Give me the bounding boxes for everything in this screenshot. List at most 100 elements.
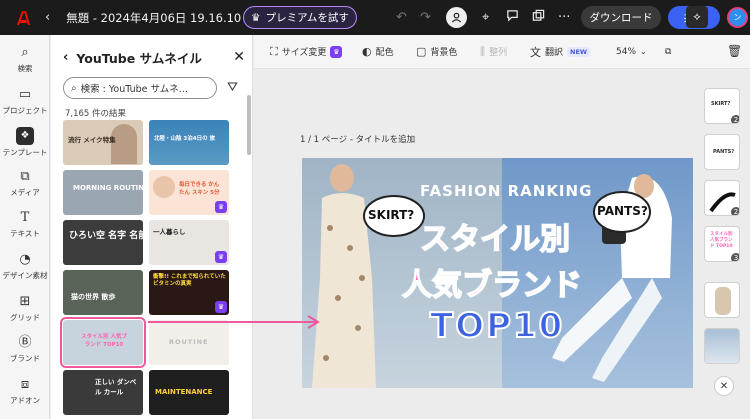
- thumb-title: 正しい ダンベル カール: [95, 378, 137, 396]
- rail-item-label: アドオン: [10, 396, 40, 405]
- panel-scrollbar[interactable]: [247, 95, 251, 155]
- template-thumb[interactable]: 毎日できる かんたん スキン 5分 ♛: [149, 170, 229, 215]
- thumb-photo: [153, 176, 175, 198]
- page-thumbnail[interactable]: SKIRT? 2: [704, 88, 740, 124]
- template-thumb[interactable]: MAINTENANCE: [149, 370, 229, 415]
- more-options-icon[interactable]: ···: [558, 10, 570, 25]
- arrange-button[interactable]: ⫼ 整列: [480, 45, 507, 59]
- template-thumb[interactable]: 北陸・山陰 3泊4日の 旅: [149, 120, 229, 165]
- page-thumb-text: SKIRT?: [711, 101, 731, 107]
- close-icon[interactable]: ✕: [233, 49, 245, 65]
- rail-item-label: メディア: [10, 188, 40, 197]
- rail-item-media[interactable]: ⧉ メディア: [0, 169, 50, 198]
- location-pin-icon[interactable]: ⌖: [482, 10, 489, 25]
- back-chevron-icon[interactable]: ‹: [45, 10, 50, 25]
- crown-icon: ♛: [251, 11, 261, 24]
- rail-item-label: テキスト: [10, 229, 40, 238]
- arrange-label: 整列: [489, 48, 508, 58]
- page-thumbnail[interactable]: [704, 328, 740, 364]
- bubble-right-text[interactable]: PANTS?: [597, 204, 648, 218]
- thumb-title: ひろい空 名字 名前: [69, 231, 143, 241]
- thumb-title: 流行 メイク特集: [68, 136, 116, 144]
- rail-item-brand[interactable]: Ⓑ ブランド: [0, 335, 50, 364]
- page-thumbnail[interactable]: PANTS?: [704, 134, 740, 170]
- text-icon: T: [20, 210, 30, 225]
- template-thumb[interactable]: 衝撃!! これまで知られていた ビタミンの真実 ♛: [149, 270, 229, 315]
- page-thumbnail[interactable]: スタイル別 人気ブランド TOP10 3: [704, 226, 740, 262]
- shapes-icon: ◔: [19, 252, 31, 267]
- trash-icon[interactable]: 🗑: [727, 44, 742, 58]
- thumb-title: 一人暮らし: [153, 228, 186, 236]
- back-arrow-icon[interactable]: ‹: [63, 50, 68, 65]
- title-line2[interactable]: 人気ブランド: [401, 260, 583, 304]
- translate-button[interactable]: 文 翻訳 NEW: [530, 44, 591, 60]
- rail-item-addons[interactable]: ⧈ アドオン: [0, 377, 50, 406]
- template-search-input[interactable]: ⌕ 検索 : YouTube サムネ...: [63, 77, 217, 99]
- design-canvas[interactable]: FASHION RANKING SKIRT? PANTS? スタイル別 人気ブラ…: [302, 158, 693, 388]
- document-title[interactable]: 無題 - 2024年4月06日 19.16.10: [66, 10, 241, 26]
- download-button[interactable]: ダウンロード: [581, 6, 661, 29]
- undo-icon[interactable]: ↶: [396, 10, 407, 25]
- translate-icon: 文: [530, 45, 541, 59]
- template-thumb[interactable]: 一人暮らし ♛: [149, 220, 229, 265]
- title-line1[interactable]: スタイル別: [419, 214, 571, 258]
- template-thumb[interactable]: 流行 メイク特集: [63, 120, 143, 165]
- redo-icon[interactable]: ↷: [420, 10, 431, 25]
- page-number-badge: 2: [730, 114, 739, 123]
- thumb-title: MAINTENANCE: [155, 388, 213, 396]
- close-icon[interactable]: ✕: [714, 376, 734, 396]
- chevron-down-icon: ⌄: [640, 47, 647, 56]
- rail-item-text[interactable]: T テキスト: [0, 210, 50, 239]
- template-thumb[interactable]: ひろい空 名字 名前: [63, 220, 143, 265]
- user-avatar[interactable]: ン: [727, 7, 748, 28]
- page-thumbnail[interactable]: 2: [704, 180, 740, 216]
- template-thumb[interactable]: 猫の世界 散歩: [63, 270, 143, 315]
- pages-overview-icon[interactable]: ⧉: [665, 47, 671, 57]
- layers-toggle-icon[interactable]: ⟡: [686, 6, 708, 28]
- rail-item-projects[interactable]: ▭ プロジェクト: [0, 87, 50, 116]
- panel-title: YouTube サムネイル: [76, 50, 202, 66]
- thumb-photo: [111, 124, 137, 164]
- page-thumbnail[interactable]: [704, 282, 740, 318]
- page-label[interactable]: 1 / 1 ページ - タイトルを追加: [300, 133, 415, 145]
- addon-icon: ⧈: [20, 377, 30, 392]
- thumb-title: 毎日できる かんたん スキン 5分: [179, 182, 220, 196]
- zoom-dropdown[interactable]: 54% ⌄: [616, 47, 647, 57]
- premium-crown-icon: ♛: [330, 45, 343, 58]
- app-logo[interactable]: [15, 10, 31, 26]
- rail-item-templates[interactable]: ❖ テンプレート: [0, 127, 50, 158]
- zoom-value: 54%: [616, 46, 637, 57]
- rail-item-grid[interactable]: ⊞ グリッド: [0, 294, 50, 323]
- title-line3[interactable]: TOP10: [429, 305, 564, 347]
- thumb-title: ROUTINE: [169, 338, 209, 346]
- rail-item-label: 検索: [17, 64, 33, 73]
- grid-icon: ⊞: [19, 294, 31, 309]
- bubble-left-text[interactable]: SKIRT?: [368, 208, 414, 222]
- brand-icon: Ⓑ: [18, 335, 32, 350]
- template-thumb[interactable]: MORNING ROUTINE: [63, 170, 143, 215]
- template-thumb-selected[interactable]: スタイル別 人気ブランド TOP10: [60, 317, 146, 368]
- comment-icon[interactable]: [506, 9, 519, 22]
- rail-item-label: グリッド: [10, 313, 40, 322]
- filter-icon[interactable]: ⛛: [227, 80, 238, 95]
- new-badge: NEW: [567, 46, 591, 57]
- try-premium-label: プレミアムを試す: [265, 12, 349, 24]
- background-color-label: 背景色: [430, 48, 458, 58]
- resize-button[interactable]: ⛶ サイズ変更 ♛: [270, 45, 343, 59]
- try-premium-button[interactable]: ♛ プレミアムを試す: [243, 6, 357, 29]
- background-color-button[interactable]: ▢ 背景色: [416, 45, 457, 58]
- panel-header: ‹ YouTube サムネイル ✕: [63, 47, 245, 67]
- invite-user-icon[interactable]: [446, 7, 467, 28]
- resize-label: サイズ変更: [281, 48, 327, 58]
- rail-item-search[interactable]: ⌕ 検索: [0, 45, 50, 74]
- templates-panel: ‹ YouTube サムネイル ✕ ⌕ 検索 : YouTube サムネ... …: [51, 35, 253, 419]
- color-scheme-button[interactable]: ◐ 配色: [362, 45, 394, 58]
- rail-item-label: デザイン素材: [2, 271, 48, 280]
- thumb-title: スタイル別 人気ブランド TOP10: [81, 334, 127, 348]
- copy-pages-icon[interactable]: [532, 9, 545, 22]
- thumb-title: 衝撃!! これまで知られていた ビタミンの真実: [153, 274, 226, 287]
- template-thumb[interactable]: 正しい ダンベル カール: [63, 370, 143, 415]
- premium-crown-icon: ♛: [215, 201, 227, 213]
- rail-item-design-assets[interactable]: ◔ デザイン素材: [0, 252, 50, 281]
- headline-en[interactable]: FASHION RANKING: [420, 182, 592, 200]
